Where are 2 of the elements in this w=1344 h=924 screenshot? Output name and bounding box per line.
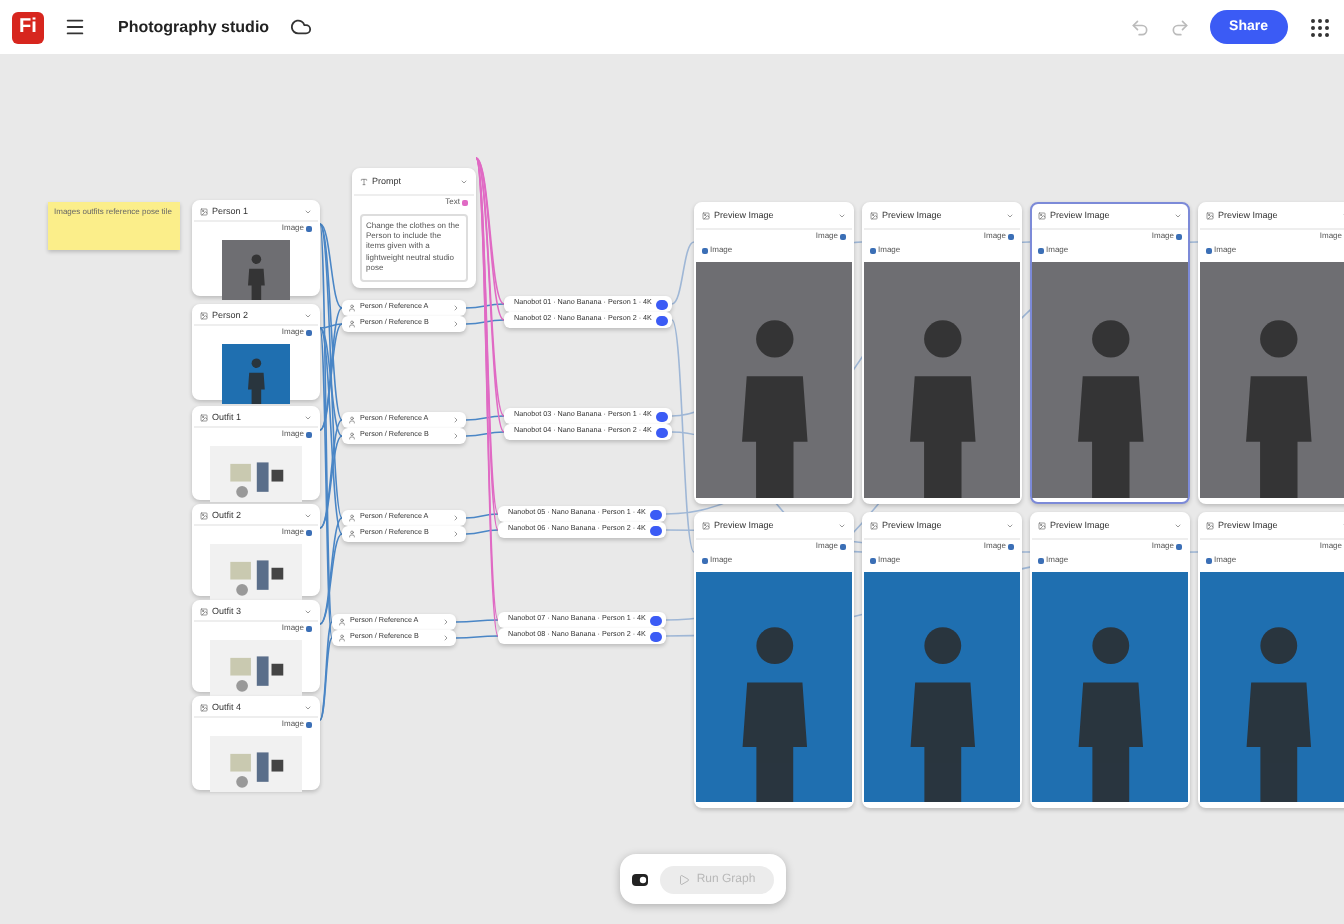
app-logo[interactable]: Fi (12, 11, 44, 43)
document-title: Photography studio (118, 18, 270, 36)
